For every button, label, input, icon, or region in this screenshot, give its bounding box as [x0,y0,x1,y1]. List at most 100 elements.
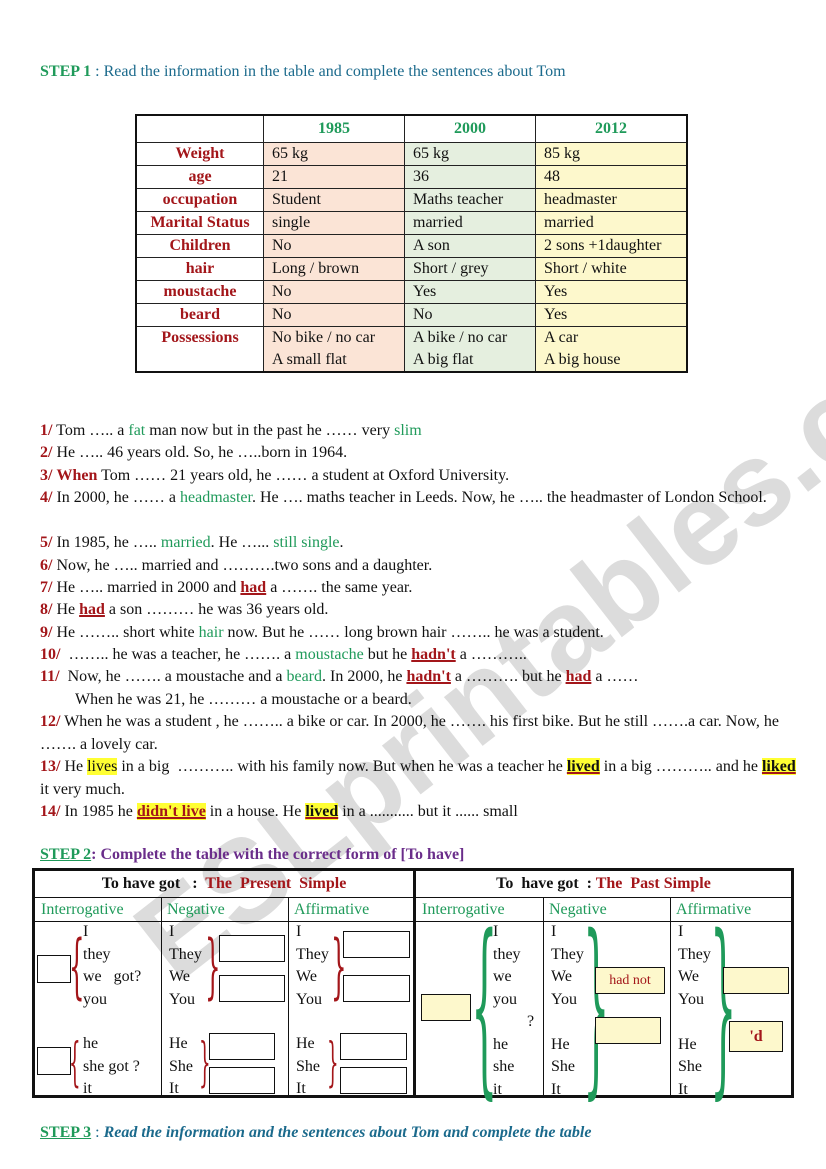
table-cell: No [263,234,405,258]
table-row: occupation Student Maths teacher headmaster [135,188,688,212]
sentence-text: a son ……… he was 36 years old. [104,601,329,618]
pronoun: She [296,1057,320,1075]
pronoun: they [493,945,521,963]
sentence-number: 6/ [40,557,53,574]
table-cell: No [404,303,536,327]
table-cell: Maths teacher [404,188,536,212]
present-affirmative-answer-box-4[interactable] [340,1067,407,1094]
verb-example: hadn't [406,668,451,685]
pronoun: It [296,1080,306,1097]
keyword: still single [273,534,340,551]
past-interrogative-answer-box[interactable] [421,994,471,1021]
sentence-text: …….. he was a teacher, he ……. a [60,646,296,663]
sentence-item: 12/ When he was a student , he …….. a bi… [40,711,800,756]
sentence-number: 3/ [40,467,53,484]
present-negative-answer-box-1[interactable] [219,935,285,962]
table-cell: Short / white [535,257,688,281]
past-affirmative-answer-box-2[interactable]: 'd [729,1021,783,1052]
past-interrogative-question-mark: ? [527,1013,535,1030]
pronoun: I [678,923,684,940]
present-affirmative-header: Affirmative [288,897,413,922]
step2-heading: STEP 2: Complete the table with the corr… [40,846,464,864]
cell-value: single [272,214,311,231]
cell-value: No [272,306,292,323]
cell-value: Yes [413,283,437,300]
present-affirmative-answer-box-2[interactable] [343,975,410,1002]
cell-value: A bike / no car [413,329,508,346]
sentence-item: 10/ …….. he was a teacher, he ……. a mous… [40,644,800,667]
past-affirmative-pronouns: I They We You He She It [678,921,711,1101]
table-row: Marital Status single married married [135,211,688,235]
present-affirmative-pronouns-1: I They We You [296,921,329,1011]
sentence-item: 14/ In 1985 he didn't live in a house. H… [40,801,800,824]
sentence-number: 10/ [40,646,61,663]
pronoun: They [296,945,329,963]
table-row: beard No No Yes [135,303,688,327]
present-interrogative-pronouns-1: Ithey we got? you [83,921,141,1011]
table-cell: 36 [404,165,536,189]
pronoun: We [678,968,699,985]
tom-info-table: 1985 2000 2012 Weight 65 kg 65 kg 85 kg age 2… [135,114,688,373]
present-negative-answer-box-3[interactable] [209,1033,275,1060]
sentence-text: . In 2000, he [322,668,407,685]
present-interrogative-answer-box-2[interactable] [37,1047,71,1075]
sentence-text: in a house. He [205,803,306,820]
pronoun: They [678,945,711,963]
sentence-text: In 1985 he [60,803,137,820]
cell-value: A son [413,237,450,254]
verb-example: hadn't [411,646,456,663]
present-negative-answer-box-2[interactable] [219,975,285,1002]
table-cell: married [535,211,688,235]
present-affirmative-answer-box-3[interactable] [340,1033,407,1060]
sentence-text: In 2000, he …… a [52,489,180,506]
pronoun: you [83,990,107,1008]
cell-value: married [413,214,463,231]
table-cell: 21 [263,165,405,189]
row-label: moustache [135,280,264,304]
sentence-item: 13/ He lives in a big ……….. with his fam… [40,756,800,801]
past-negative-answer-box-2[interactable] [595,1017,661,1044]
sentence-text: . [339,534,344,551]
sentence-text: man now but in the past he …… very [145,422,395,439]
pronoun: She [169,1057,193,1075]
sentence-text: in a big ……….. with his family now. But … [117,758,567,775]
present-negative-header: Negative [161,897,288,922]
table-cell: 48 [535,165,688,189]
step3-separator: : [91,1124,104,1141]
row-label: hair [135,257,264,281]
cell-value-line2: A small flat [272,351,347,368]
year-header: 1985 [263,114,405,143]
step2-label: STEP 2 [40,846,92,863]
present-interrogative-answer-box-1[interactable] [37,955,71,983]
past-header-title: The Past Simple [595,875,711,892]
pronoun: I [83,923,89,940]
keyword: headmaster [179,489,252,506]
cell-value-line2: A big flat [413,351,474,368]
pronoun: We [551,968,572,985]
sentence-number: 2/ [40,444,53,461]
sentence-text: He [60,758,88,775]
present-affirmative-answer-box-1[interactable] [343,931,410,958]
past-affirmative-answer-box-1[interactable] [723,967,789,994]
sentence-text: Now, he ……. a moustache and a [59,668,287,685]
pronoun: She [551,1058,575,1075]
table-row: Possessions No bike / no car A small flat A… [135,326,688,373]
table-cell: A car A big house [535,326,688,373]
sentence-item: 2/ He ….. 46 years old. So, he …..born i… [40,442,800,465]
present-negative-answer-box-4[interactable] [209,1067,275,1094]
pronoun: You [169,990,195,1008]
sentence-number: 1/ [40,422,53,439]
table-cell: headmaster [535,188,688,212]
present-header-prefix: To have got : [101,875,206,892]
sentence-number: 7/ [40,579,53,596]
table-cell: 85 kg [535,142,688,166]
table-row: hair Long / brown Short / grey Short / whit… [135,257,688,281]
keyword: beard [286,668,322,685]
keyword: slim [394,422,422,439]
pronoun: I [169,923,175,940]
table-cell: Yes [535,280,688,304]
pronoun: You [678,990,704,1008]
highlighted-verb: lived [305,803,339,820]
brace-icon: } [327,1033,339,1093]
past-negative-answer-box-1[interactable]: had not [595,967,665,994]
